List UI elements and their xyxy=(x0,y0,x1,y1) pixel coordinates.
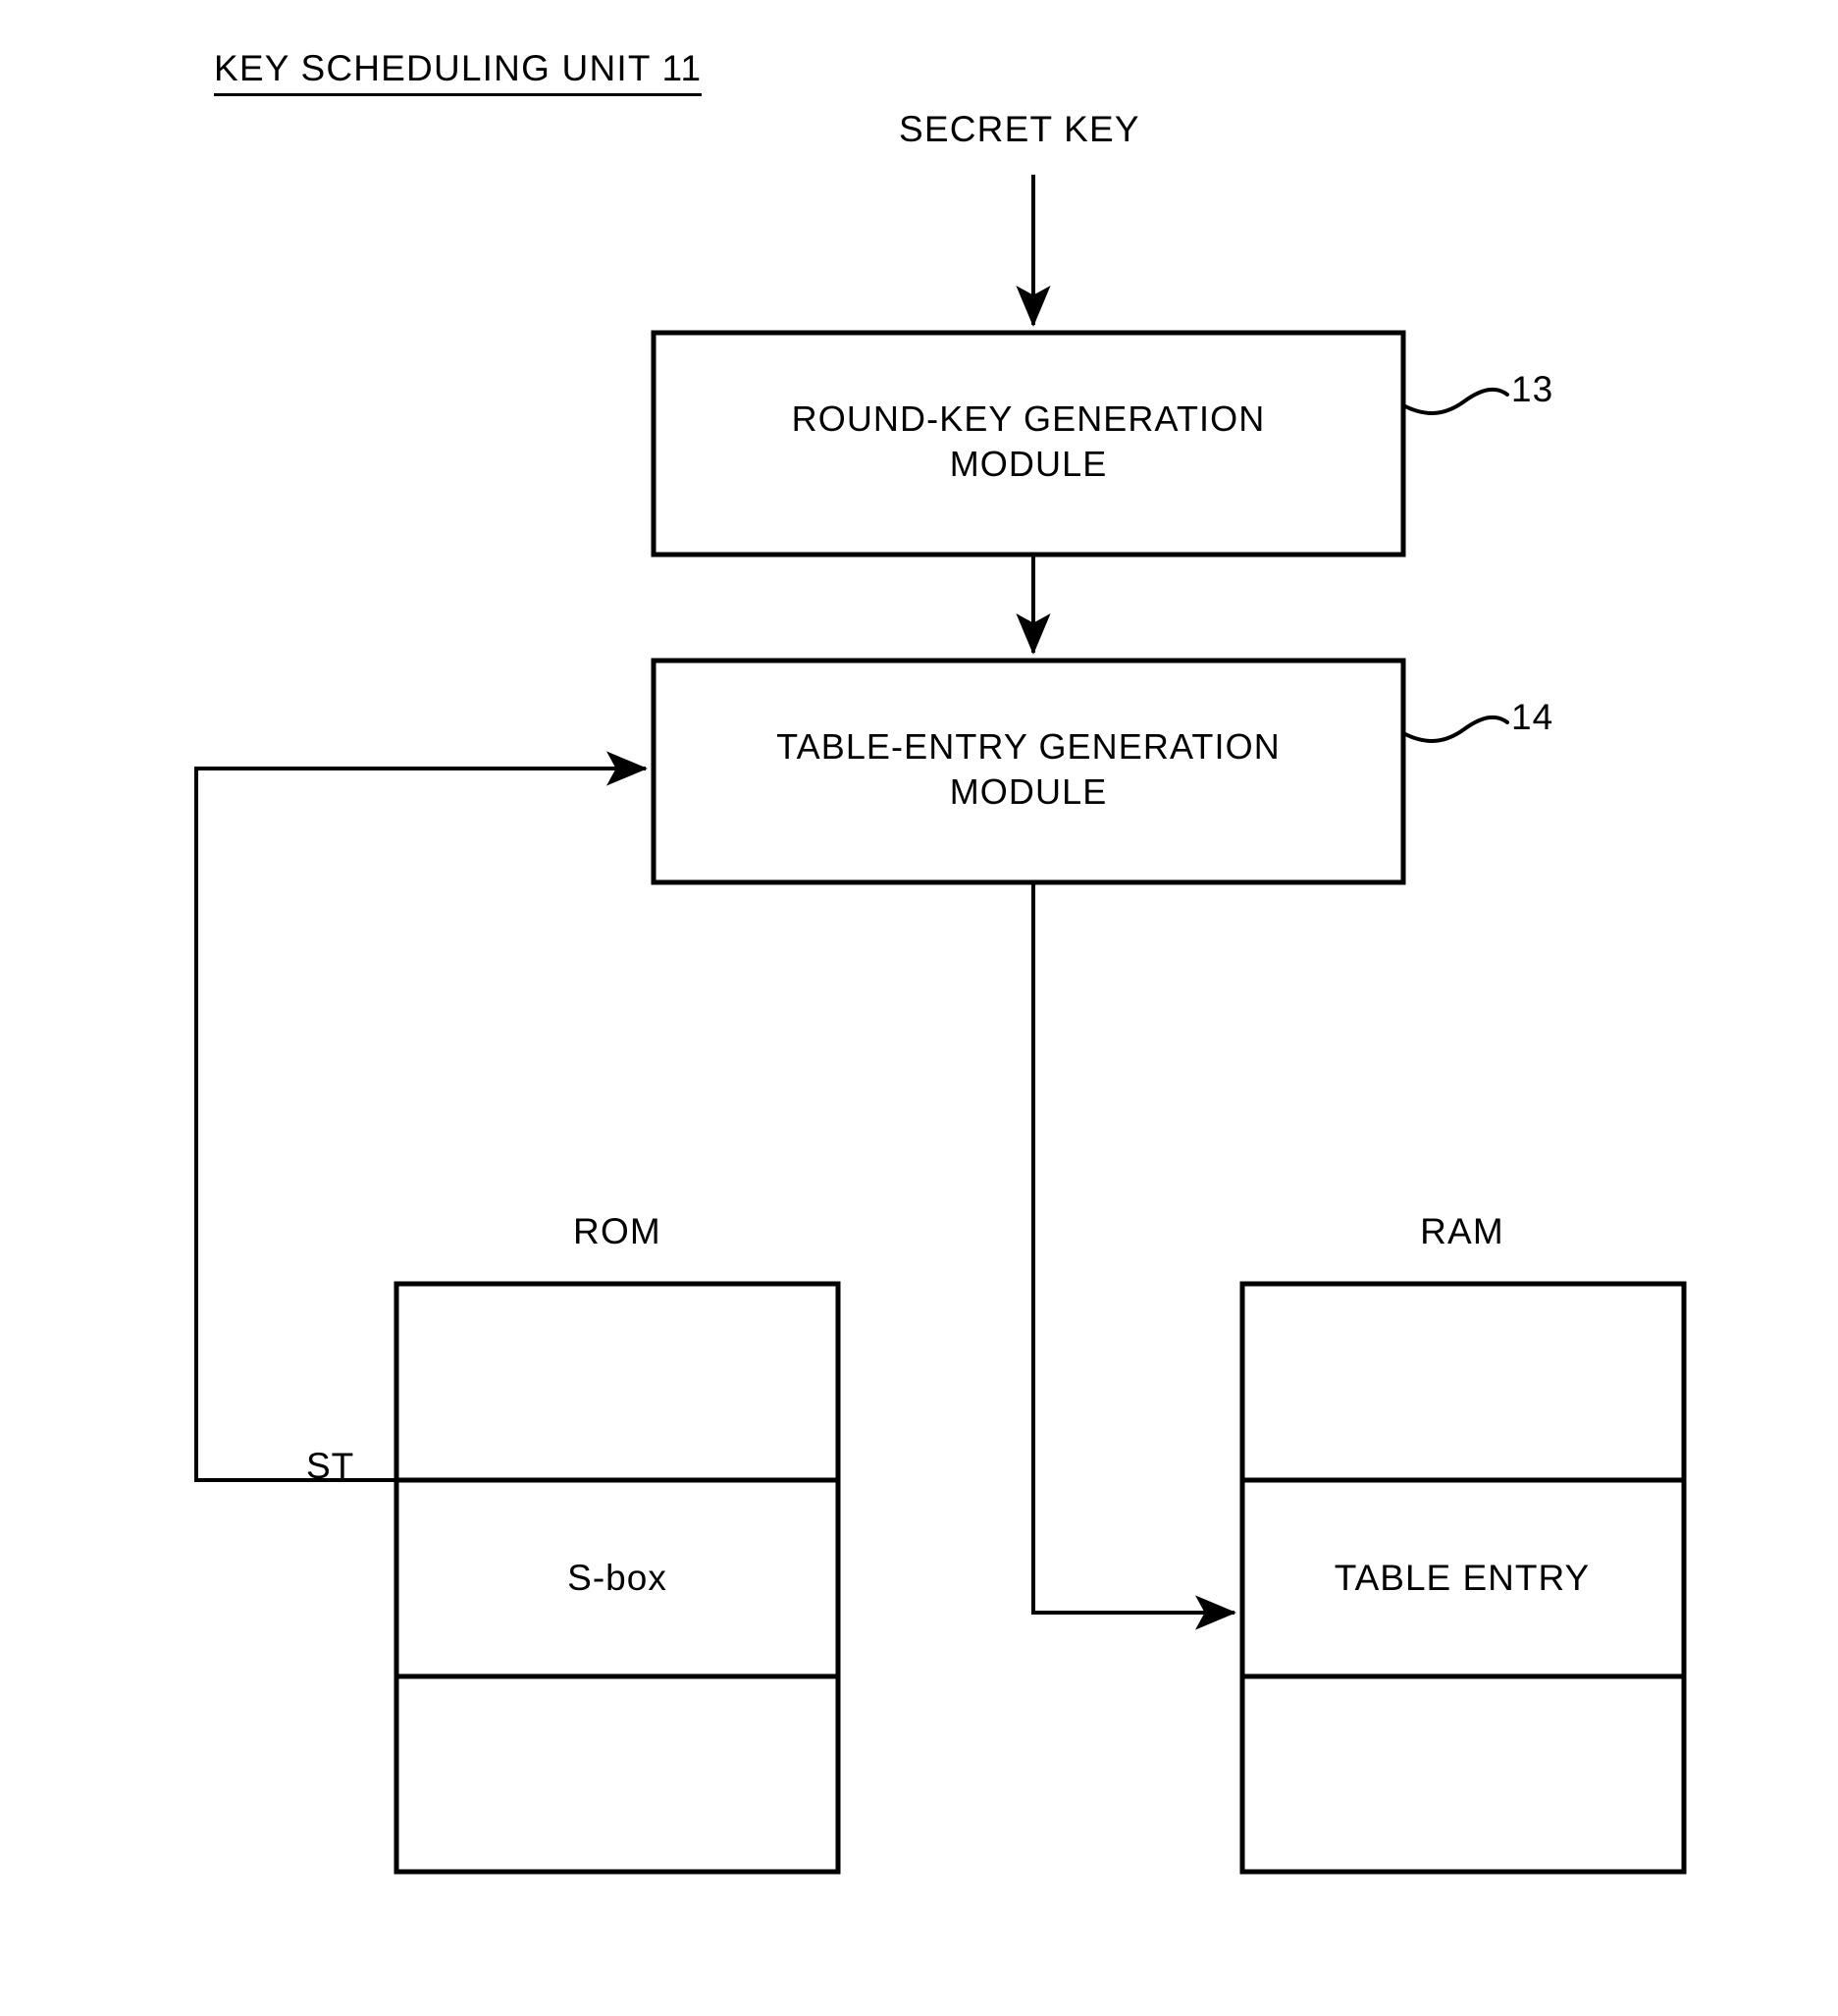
rom-label: ROM xyxy=(573,1211,661,1251)
sbox-cell-label: S-box xyxy=(567,1558,667,1598)
ref-14-leader-line xyxy=(1401,715,1509,743)
reference-number-14: 14 xyxy=(1511,697,1554,737)
st-label: ST xyxy=(306,1446,355,1486)
table-entry-to-ram-arrow xyxy=(1031,882,1236,1630)
secret-key-label: SECRET KEY xyxy=(899,109,1140,149)
table-entry-generation-module-label: TABLE-ENTRY GENERATION MODULE xyxy=(776,726,1281,813)
figure-diagram-svg xyxy=(194,175,1687,1875)
ref-13-leader-line xyxy=(1401,387,1509,415)
figure-canvas: KEY SCHEDULING UNIT 11 SECRET KEY ROUND-… xyxy=(0,0,1838,2016)
figure-title: KEY SCHEDULING UNIT 11 xyxy=(214,47,703,96)
ram-label: RAM xyxy=(1420,1211,1504,1251)
table-entry-cell-label: TABLE ENTRY xyxy=(1334,1558,1591,1598)
round-key-generation-module-label: ROUND-KEY GENERATION MODULE xyxy=(791,398,1266,485)
reference-number-13: 13 xyxy=(1511,369,1554,409)
